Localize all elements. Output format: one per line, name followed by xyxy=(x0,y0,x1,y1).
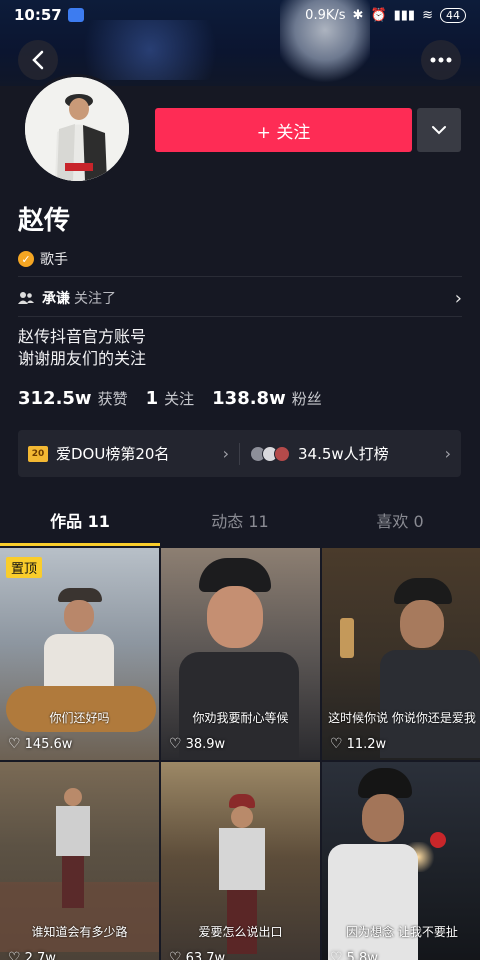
video-likes: ♡ 63.7w xyxy=(169,950,225,960)
verification-label: 歌手 xyxy=(40,252,68,268)
voter-avatars xyxy=(250,445,290,462)
video-thumbnail[interactable]: 谁知道会有多少路 ♡ 2.7w xyxy=(0,762,159,960)
heart-outline-icon: ♡ xyxy=(169,736,182,752)
fans-label[interactable]: 粉丝 xyxy=(292,388,322,409)
tab-works[interactable]: 作品 11 xyxy=(0,500,160,546)
video-thumbnail[interactable]: 你劝我要耐心等候 ♡ 38.9w xyxy=(161,548,320,760)
video-thumbnail[interactable]: 这时候你说 你说你还是爱我 ♡ 11.2w xyxy=(322,548,480,760)
ranking-card: 20 爱DOU榜第20名 › 34.5w人打榜 › xyxy=(18,430,461,477)
heart-outline-icon: ♡ xyxy=(169,950,182,960)
like-count: 2.7w xyxy=(24,950,56,960)
like-count: 38.9w xyxy=(185,736,226,752)
alarm-icon: ⏰ xyxy=(370,7,387,23)
heart-outline-icon: ♡ xyxy=(8,950,21,960)
voters-link[interactable]: 34.5w人打榜 › xyxy=(240,430,461,477)
video-grid: 置顶 你们还好吗 ♡ 145.6w 你劝我要耐心等候 ♡ 38.9w 这时候你说 你… xyxy=(0,548,480,960)
status-bar: 10:57 0.9K/s ✱ ⏰ ▮▮▮ ≋ 44 xyxy=(0,0,480,30)
profile-name: 赵传 xyxy=(18,206,71,236)
heart-outline-icon: ♡ xyxy=(8,736,21,752)
video-caption: 你劝我要耐心等候 xyxy=(192,711,289,725)
status-time: 10:57 xyxy=(14,6,62,24)
rank-link[interactable]: 20 爱DOU榜第20名 › xyxy=(18,430,239,477)
content-tabs: 作品 11 动态 11 喜欢 0 xyxy=(0,500,480,546)
voter-avatar xyxy=(274,445,290,462)
like-count: 145.6w xyxy=(24,736,73,752)
following-count[interactable]: 1 xyxy=(146,388,159,409)
bio-line: 赵传抖音官方账号 xyxy=(18,327,147,346)
verification-row: ✓ 歌手 xyxy=(18,249,68,269)
wifi-icon: ≋ xyxy=(422,7,433,23)
video-caption: 谁知道会有多少路 xyxy=(31,925,128,939)
following-label[interactable]: 关注 xyxy=(164,388,194,409)
chevron-left-icon xyxy=(32,50,44,70)
video-likes: ♡ 2.7w xyxy=(8,950,56,960)
users-icon xyxy=(18,292,34,304)
tab-moments[interactable]: 动态 11 xyxy=(160,500,320,546)
video-caption: 爱要怎么说出口 xyxy=(198,925,283,939)
voters-text: 34.5w人打榜 xyxy=(298,445,389,463)
profile-bio: 赵传抖音官方账号 谢谢朋友们的关注 xyxy=(18,326,146,370)
chevron-right-icon: › xyxy=(444,444,451,463)
avatar-image xyxy=(25,77,129,181)
video-likes: ♡ 5.8w xyxy=(330,950,378,960)
more-dots-icon xyxy=(430,57,452,63)
video-caption: 因为想念 让我不要扯 xyxy=(346,925,458,939)
likes-count: 312.5w xyxy=(18,388,92,409)
avatar[interactable] xyxy=(22,74,132,184)
video-likes: ♡ 38.9w xyxy=(169,736,225,752)
status-right: 0.9K/s ✱ ⏰ ▮▮▮ ≋ 44 xyxy=(305,7,466,23)
profile-stats: 312.5w 获赞 1 关注 138.8w 粉丝 xyxy=(18,388,340,409)
like-count: 63.7w xyxy=(185,950,226,960)
heart-outline-icon: ♡ xyxy=(330,950,343,960)
crown-badge-icon: 20 xyxy=(28,445,48,462)
recommend-dropdown-button[interactable] xyxy=(417,108,461,152)
bio-line: 谢谢朋友们的关注 xyxy=(18,349,147,368)
more-options-button[interactable] xyxy=(421,40,461,80)
video-thumbnail[interactable]: 爱要怎么说出口 ♡ 63.7w xyxy=(161,762,320,960)
fans-count[interactable]: 138.8w xyxy=(212,388,286,409)
mutual-follower-name: 承谦 xyxy=(42,291,70,307)
back-button[interactable] xyxy=(18,40,58,80)
pinned-badge: 置顶 xyxy=(6,557,43,578)
video-thumbnail[interactable]: 因为想念 让我不要扯 ♡ 5.8w xyxy=(322,762,480,960)
video-likes: ♡ 145.6w xyxy=(8,736,72,752)
network-speed: 0.9K/s xyxy=(305,7,346,23)
video-caption: 你们还好吗 xyxy=(49,711,110,725)
mutual-follow-row[interactable]: 承谦 关注了 › xyxy=(18,283,462,313)
app-notification-icon xyxy=(67,8,84,22)
heart-outline-icon: ♡ xyxy=(330,736,343,752)
chevron-down-icon xyxy=(432,126,446,135)
video-likes: ♡ 11.2w xyxy=(330,736,386,752)
divider xyxy=(18,276,462,277)
likes-label: 获赞 xyxy=(97,390,128,408)
chevron-right-icon: › xyxy=(222,444,229,463)
mutual-follow-text: 关注了 xyxy=(74,291,116,307)
like-count: 11.2w xyxy=(346,736,387,752)
chevron-right-icon: › xyxy=(454,287,462,309)
signal-icon: ▮▮▮ xyxy=(393,7,416,23)
battery-indicator: 44 xyxy=(440,7,466,23)
bluetooth-icon: ✱ xyxy=(352,7,364,23)
rank-text: 爱DOU榜第20名 xyxy=(56,445,170,463)
follow-button[interactable]: + 关注 xyxy=(155,108,412,152)
verified-badge-icon: ✓ xyxy=(18,251,34,267)
like-count: 5.8w xyxy=(346,950,378,960)
tab-likes[interactable]: 喜欢 0 xyxy=(320,500,480,546)
video-thumbnail[interactable]: 置顶 你们还好吗 ♡ 145.6w xyxy=(0,548,159,760)
active-tab-indicator xyxy=(0,543,160,546)
divider xyxy=(18,316,462,317)
video-caption: 这时候你说 你说你还是爱我 xyxy=(328,711,476,725)
